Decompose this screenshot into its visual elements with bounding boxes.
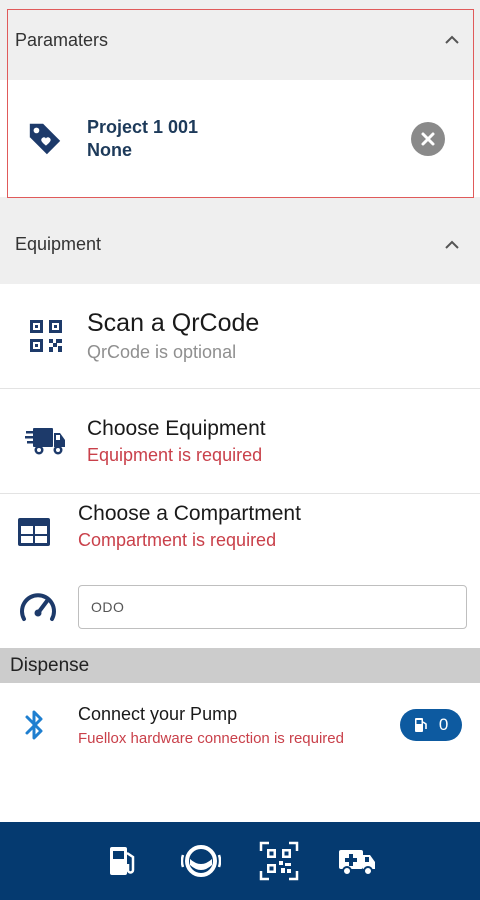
scan-qrcode-subtitle: QrCode is optional [87, 342, 237, 362]
choose-equipment-subtitle: Equipment is required [87, 444, 263, 465]
bottom-navigation [0, 822, 480, 900]
choose-compartment-subtitle: Compartment is required [78, 530, 277, 550]
nav-qr-scan-button[interactable] [259, 841, 299, 881]
qr-scan-icon [259, 841, 299, 881]
pump-count-badge[interactable]: 0 [400, 709, 462, 741]
qrcode-icon [25, 315, 67, 357]
connect-pump-subtitle: Fuellox hardware connection is required [78, 729, 344, 747]
pump-ring-icon [181, 845, 221, 877]
ambulance-truck-icon [339, 850, 375, 876]
parameter-text: Project 1 001 None [87, 116, 411, 162]
odo-row [0, 566, 480, 648]
choose-equipment-title: Choose Equipment [87, 416, 266, 440]
parameters-header[interactable]: Paramaters [0, 0, 480, 80]
parameters-section: Paramaters Project 1 001 None [0, 0, 480, 205]
equipment-section: Equipment Scan a QrCode QrCode is option… [0, 205, 480, 648]
parameter-item[interactable]: Project 1 001 None [0, 80, 480, 197]
fuel-pump-icon [110, 847, 135, 875]
close-icon [421, 132, 435, 145]
scan-qrcode-row[interactable]: Scan a QrCode QrCode is optional [0, 284, 480, 389]
dispense-header: Dispense [0, 648, 480, 683]
connect-pump-title: Connect your Pump [78, 703, 238, 724]
equipment-title: Equipment [15, 234, 102, 254]
clear-parameter-button[interactable] [411, 121, 445, 156]
tag-heart-icon [25, 119, 65, 159]
chevron-up-icon[interactable] [444, 32, 460, 48]
nav-pump-ring-button[interactable] [181, 841, 221, 881]
choose-compartment-title: Choose a Compartment [78, 502, 301, 525]
bluetooth-icon [20, 705, 50, 745]
nav-ambulance-button[interactable] [337, 841, 377, 881]
chevron-up-icon[interactable] [444, 237, 460, 253]
parameters-title: Paramaters [15, 29, 109, 50]
nav-fuel-button[interactable] [103, 841, 143, 881]
scan-qrcode-text: Scan a QrCode QrCode is optional [87, 309, 259, 363]
choose-compartment-text: Choose a Compartment Compartment is requ… [78, 502, 301, 551]
equipment-header[interactable]: Equipment [0, 205, 480, 284]
choose-equipment-row[interactable]: Choose Equipment Equipment is required [0, 389, 480, 494]
speedometer-icon [16, 585, 60, 629]
truck-icon [25, 420, 67, 462]
choose-compartment-row[interactable]: Choose a Compartment Compartment is requ… [0, 494, 480, 566]
parameter-value: None [87, 139, 132, 160]
connect-pump-text: Connect your Pump Fuellox hardware conne… [78, 704, 400, 747]
pump-count: 0 [438, 715, 449, 734]
odo-input[interactable] [78, 585, 467, 629]
scan-qrcode-title: Scan a QrCode [87, 309, 260, 337]
section-divider [0, 197, 480, 205]
parameter-project: Project 1 001 [87, 116, 199, 137]
compartment-grid-icon [16, 516, 56, 556]
connect-pump-row[interactable]: Connect your Pump Fuellox hardware conne… [0, 683, 480, 767]
fuel-pump-icon [414, 718, 427, 732]
choose-equipment-text: Choose Equipment Equipment is required [87, 417, 266, 466]
